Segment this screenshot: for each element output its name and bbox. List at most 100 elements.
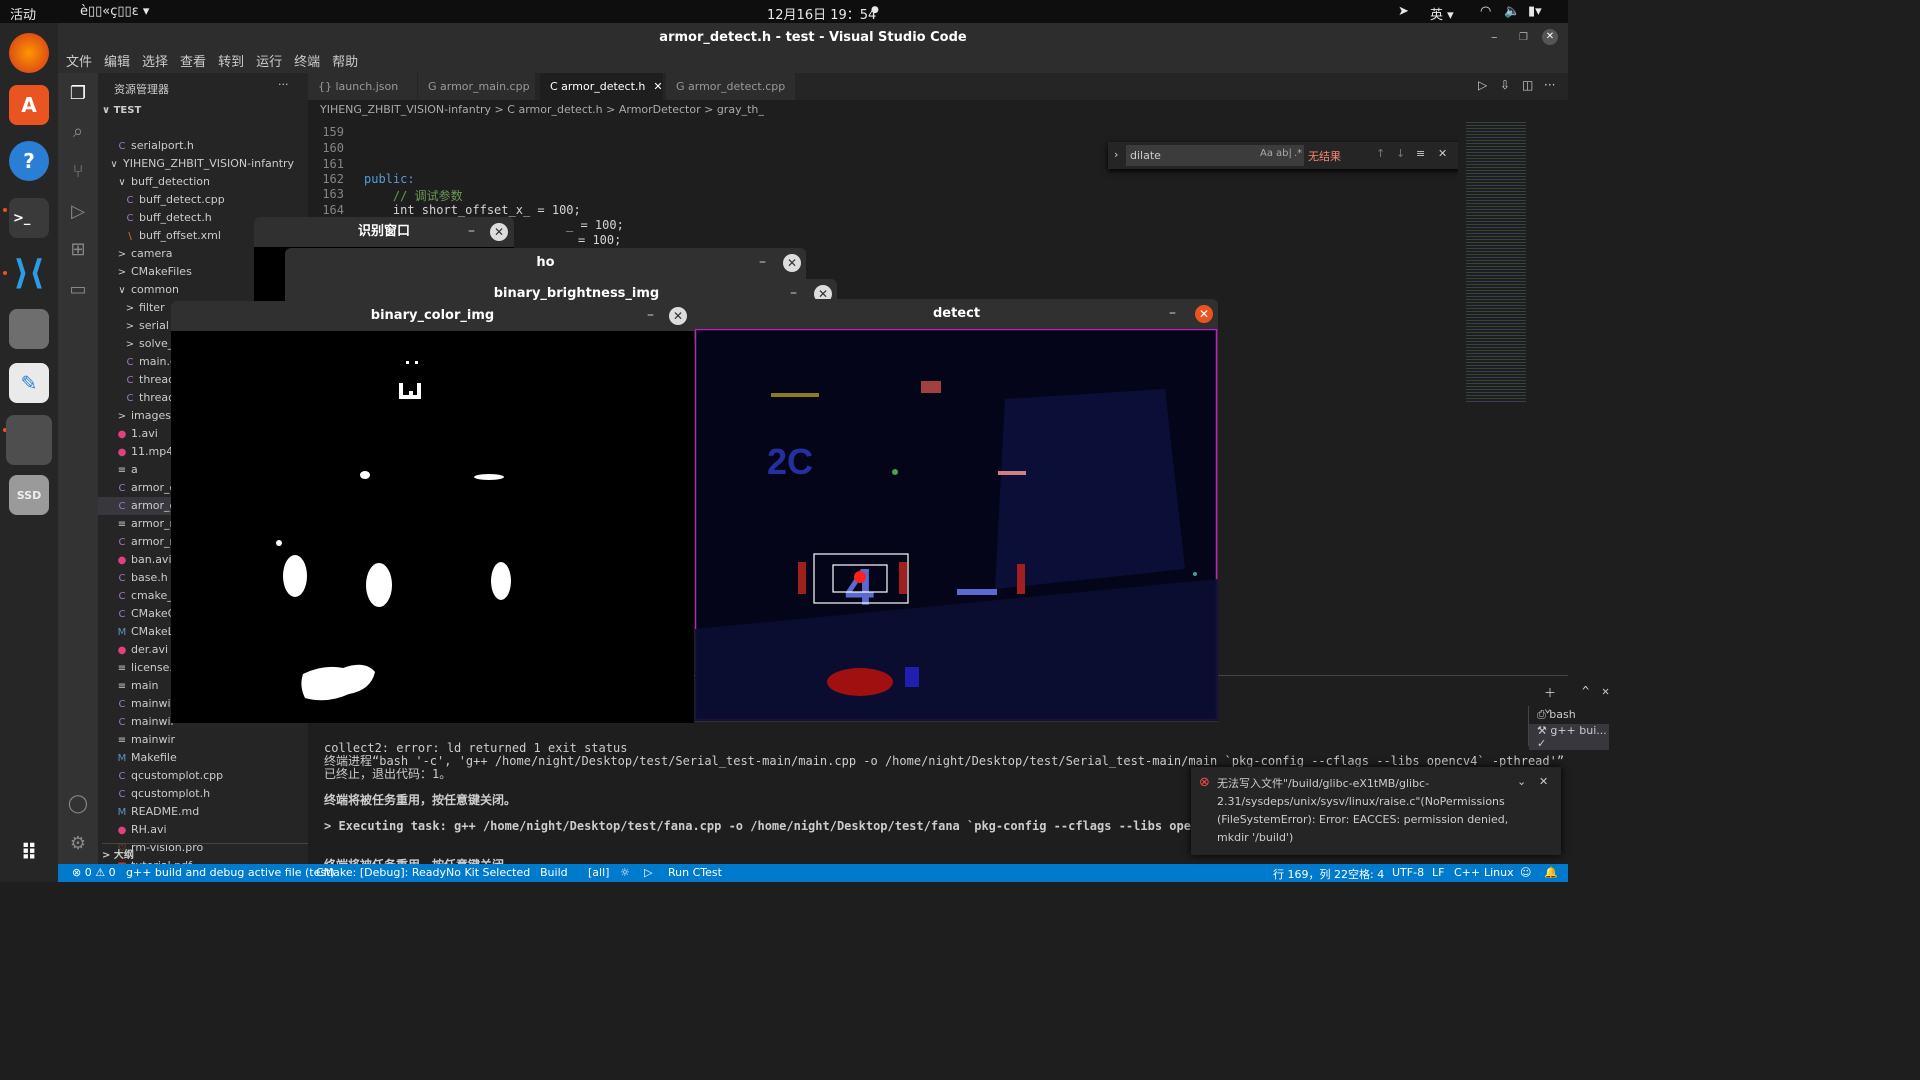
split-editor-icon[interactable]: ◫ [1522, 78, 1533, 92]
indentation[interactable]: 空格: 4 [1348, 866, 1384, 882]
feedback-icon[interactable]: ☺ [1520, 866, 1531, 879]
match-case-toggle[interactable]: Aa [1260, 148, 1273, 159]
ssd-drive-icon[interactable]: SSD [9, 475, 49, 515]
send-icon[interactable]: ➤ [1398, 4, 1409, 19]
menu-edit[interactable]: 编辑 [104, 52, 130, 73]
vscode-icon[interactable]: ⟩⟨ [9, 253, 49, 293]
source-control-icon[interactable]: ⑂ [67, 161, 89, 183]
close-icon[interactable]: ✕ [1195, 305, 1213, 323]
os-indicator[interactable]: Linux [1484, 866, 1514, 879]
minimap[interactable] [1458, 120, 1568, 675]
cv-window-binary-color[interactable]: binary_color_img – ✕ [171, 301, 694, 723]
close-icon[interactable]: ✕ [669, 307, 687, 325]
battery-icon[interactable]: ▮▾ [1528, 4, 1542, 19]
tree-item[interactable]: Cqcustomplot.cpp [98, 767, 308, 785]
tree-item[interactable]: ● RH.avi [98, 821, 308, 839]
debug-icon[interactable]: ☼ [620, 866, 630, 879]
menu-terminal[interactable]: 终端 [294, 52, 320, 73]
app-window-thumbnail[interactable] [6, 415, 52, 465]
workspace-section[interactable]: ∨ TEST [102, 105, 141, 116]
close-find-icon[interactable]: ✕ [1438, 147, 1447, 160]
whole-word-toggle[interactable]: ab| [1276, 148, 1292, 159]
run-debug-icon[interactable]: ▷ [67, 201, 89, 223]
close-icon[interactable]: ✕ [783, 254, 801, 272]
terminal-icon[interactable]: >_ [9, 198, 49, 238]
tab-armor-detect-cpp[interactable]: G armor_detect.cpp [666, 73, 796, 100]
outline-section[interactable]: > 大纲 [102, 843, 308, 861]
more-actions-icon[interactable]: ··· [278, 78, 289, 91]
remote-explorer-icon[interactable]: ▭ [67, 279, 89, 301]
language-selector[interactable]: 英 ▾ [1430, 4, 1454, 23]
expand-icon[interactable]: ⌄ [1517, 775, 1526, 788]
build-target[interactable]: [all] [588, 866, 609, 879]
cmake-status[interactable]: CMake: [Debug]: Ready [316, 866, 446, 879]
menu-selection[interactable]: 选择 [142, 52, 168, 73]
tab-armor-detect-h[interactable]: C armor_detect.h ✕ [540, 73, 664, 100]
minimize-icon[interactable]: – [647, 301, 654, 331]
launch-icon[interactable]: ▷ [644, 866, 652, 879]
cv-window-detect[interactable]: detect – ✕ 2C 4 [695, 299, 1218, 722]
editor-more-icon[interactable]: ··· [1544, 78, 1555, 92]
close-panel-icon[interactable]: ✕ [1602, 684, 1609, 698]
minimize-icon[interactable]: – [759, 248, 766, 278]
menu-help[interactable]: 帮助 [332, 52, 358, 73]
account-icon[interactable]: ◯ [67, 793, 89, 815]
input-method-indicator[interactable]: è▯▯«ç▯▯ɛ ▾ [80, 4, 149, 19]
explorer-icon[interactable]: ❐ [67, 83, 89, 105]
build-task-status[interactable]: g++ build and debug active file (test) [126, 866, 335, 879]
close-tab-icon[interactable]: ✕ [653, 80, 662, 93]
tree-item[interactable]: ∨ buff_detection [98, 173, 308, 191]
tree-item[interactable]: M README.md [98, 803, 308, 821]
minimize-icon[interactable]: – [468, 217, 475, 247]
language-mode[interactable]: C++ [1454, 866, 1480, 879]
maximize-icon[interactable]: ❐ [1519, 23, 1528, 52]
activities-button[interactable]: 活动 [10, 4, 36, 23]
extensions-icon[interactable]: ⊞ [67, 239, 89, 261]
tree-item[interactable]: Cserialport.h [98, 137, 308, 155]
help-icon[interactable]: ? [9, 141, 49, 181]
tree-item[interactable]: Cqcustomplot.h [98, 785, 308, 803]
menu-run[interactable]: 运行 [256, 52, 282, 73]
menu-view[interactable]: 查看 [180, 52, 206, 73]
regex-toggle[interactable]: .* [1294, 148, 1302, 159]
volume-icon[interactable]: 🔈 [1504, 4, 1520, 19]
clock[interactable]: 12月16日 19：54 [767, 4, 876, 23]
toggle-replace-icon[interactable]: › [1114, 148, 1118, 161]
settings-gear-icon[interactable]: ⚙ [67, 833, 89, 855]
next-match-icon[interactable]: ↓ [1396, 147, 1405, 160]
tab-launch-json[interactable]: {} launch.json [308, 73, 418, 100]
encoding[interactable]: UTF-8 [1392, 866, 1424, 879]
close-notification-icon[interactable]: ✕ [1539, 775, 1548, 788]
kit-status[interactable]: No Kit Selected [446, 866, 530, 879]
terminal-tab-bash[interactable]: ⎙ bash [1537, 708, 1576, 722]
breadcrumb[interactable]: YIHENG_ZHBIT_VISION-infantry > C armor_d… [308, 100, 1568, 120]
find-in-selection-icon[interactable]: ≡ [1416, 147, 1425, 160]
tab-armor-main-cpp[interactable]: G armor_main.cpp [418, 73, 536, 100]
menu-file[interactable]: 文件 [66, 52, 92, 73]
build-button[interactable]: Build [540, 866, 568, 879]
terminal-tab-build[interactable]: ⚒ g++ bui... ✓ [1529, 724, 1609, 750]
files-icon[interactable] [9, 309, 49, 349]
cursor-position[interactable]: 行 169，列 22 [1273, 866, 1348, 882]
problems-indicator[interactable]: ⊗ 0 ⚠ 0 [72, 866, 116, 879]
tree-item[interactable]: ∨ YIHENG_ZHBIT_VISION-infantry [98, 155, 308, 173]
minimize-icon[interactable]: – [1169, 299, 1176, 329]
firefox-icon[interactable] [9, 33, 49, 73]
maximize-panel-icon[interactable]: ^ [1582, 684, 1589, 698]
previous-match-icon[interactable]: ↑ [1376, 147, 1385, 160]
run-ctest-button[interactable]: Run CTest [668, 866, 722, 879]
close-icon[interactable]: ✕ [490, 223, 508, 241]
wifi-icon[interactable]: ◠ [1480, 4, 1491, 19]
software-center-icon[interactable]: A [9, 85, 49, 125]
search-icon[interactable]: ⌕ [67, 121, 89, 143]
tree-item[interactable]: Cbuff_detect.cpp [98, 191, 308, 209]
run-icon[interactable]: ▷ [1478, 78, 1487, 92]
text-editor-icon[interactable]: ✎ [9, 363, 49, 403]
minimize-icon[interactable]: – [1491, 23, 1498, 52]
notifications-bell-icon[interactable]: 🔔 [1544, 866, 1558, 879]
end-of-line[interactable]: LF [1432, 866, 1444, 879]
tree-item[interactable]: M Makefile [98, 749, 308, 767]
save-compare-icon[interactable]: ⇩ [1500, 78, 1510, 92]
menu-go[interactable]: 转到 [218, 52, 244, 73]
close-icon[interactable]: ✕ [1542, 29, 1558, 45]
